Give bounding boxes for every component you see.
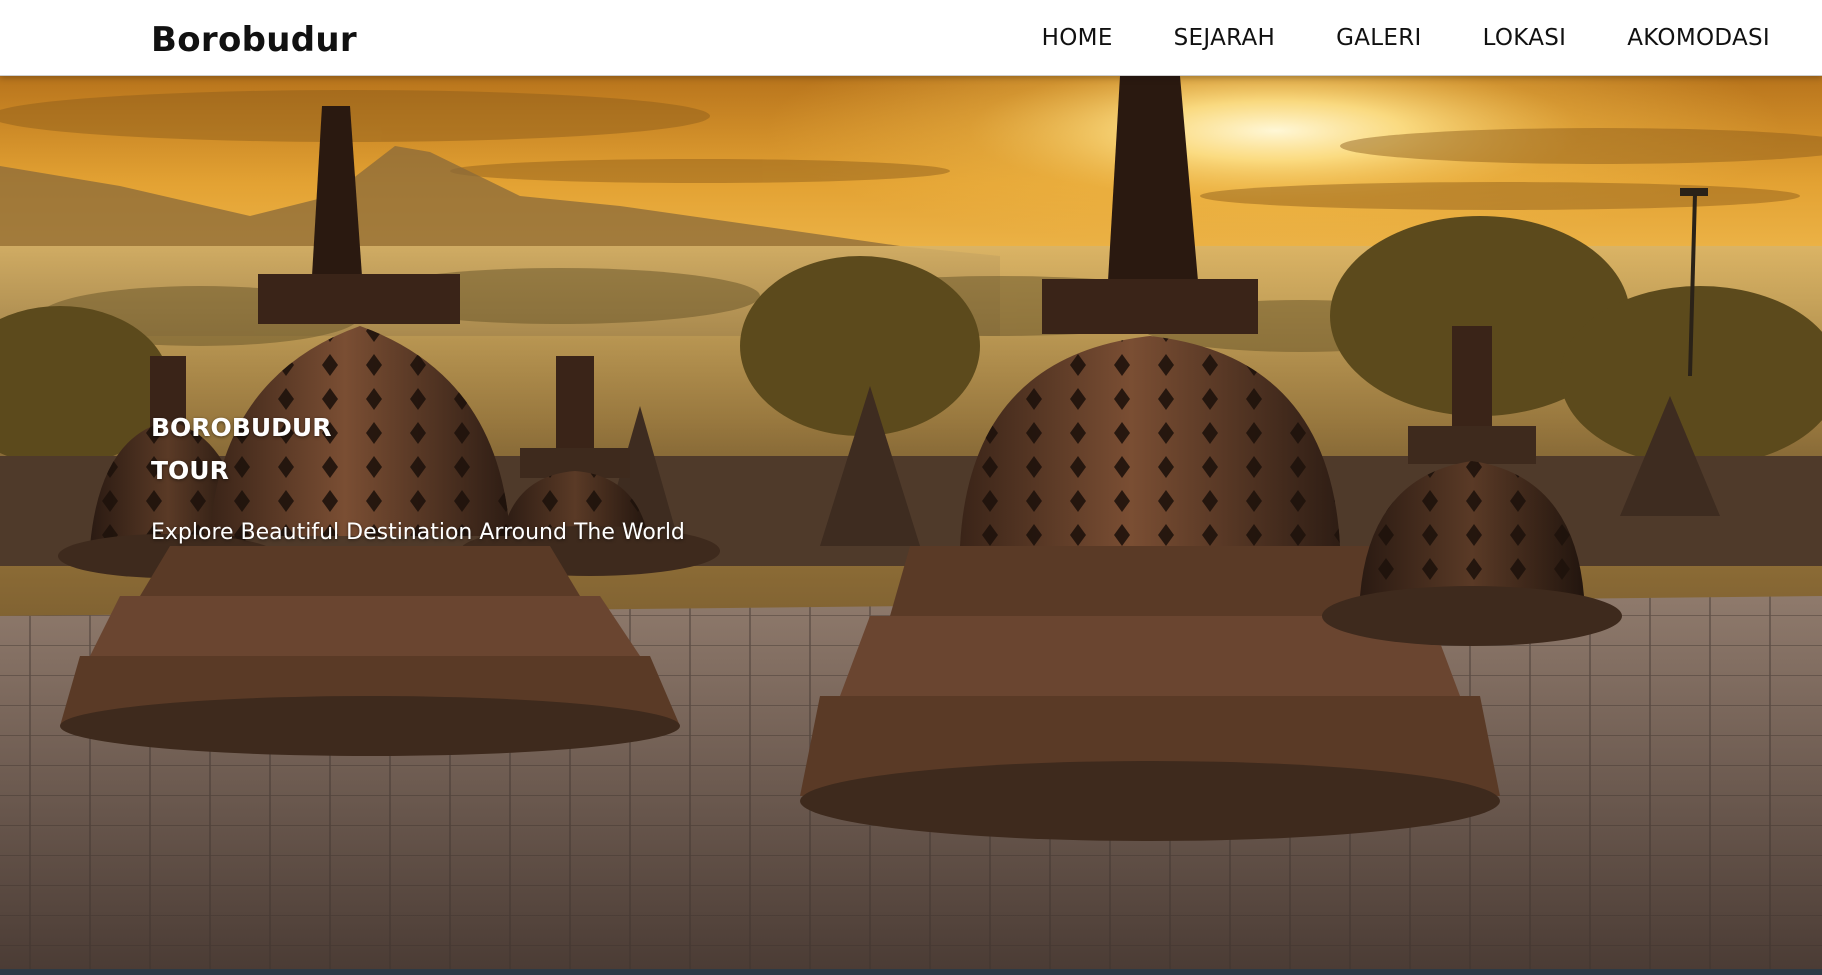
- nav-item-galeri[interactable]: GALERI: [1336, 25, 1421, 51]
- brand-logo[interactable]: Borobudur: [151, 18, 357, 62]
- hero-section: BOROBUDUR TOUR Explore Beautiful Destina…: [0, 76, 1822, 975]
- nav-item-home[interactable]: HOME: [1042, 25, 1113, 51]
- nav-item-akomodasi[interactable]: AKOMODASI: [1627, 25, 1770, 51]
- nav-item-sejarah[interactable]: SEJARAH: [1174, 25, 1275, 51]
- hero-subtitle: Explore Beautiful Destination Arround Th…: [151, 520, 685, 545]
- nav-links: HOME SEJARAH GALERI LOKASI AKOMODASI: [981, 0, 1770, 76]
- hero-title: BOROBUDUR TOUR: [151, 413, 332, 485]
- nav-item-lokasi[interactable]: LOKASI: [1483, 25, 1567, 51]
- window-bottom-border: [0, 969, 1822, 975]
- navbar: Borobudur HOME SEJARAH GALERI LOKASI AKO…: [0, 0, 1822, 76]
- page: Borobudur HOME SEJARAH GALERI LOKASI AKO…: [0, 0, 1822, 975]
- hero-text: BOROBUDUR TOUR Explore Beautiful Destina…: [151, 406, 685, 545]
